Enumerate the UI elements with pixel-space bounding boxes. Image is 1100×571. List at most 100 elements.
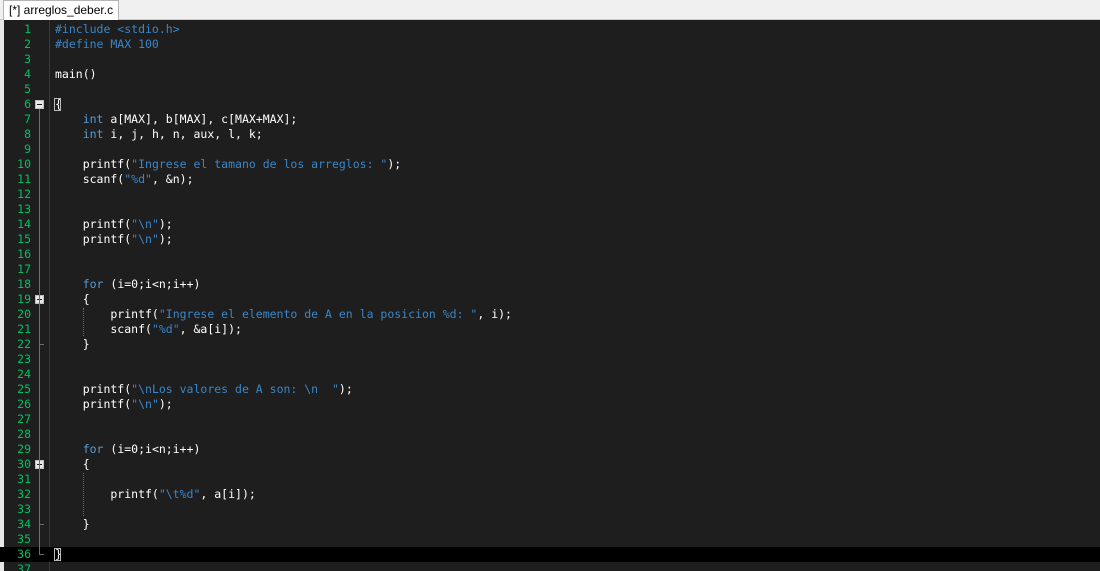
line-number: 28: [17, 427, 31, 441]
line-number: 22: [17, 337, 31, 351]
code-token: );: [158, 397, 173, 411]
code-line[interactable]: 9: [0, 142, 1100, 157]
code-line[interactable]: 30 {: [0, 457, 1100, 472]
code-line[interactable]: 11 scanf("%d", &n);: [0, 172, 1100, 187]
fold-toggle-icon[interactable]: [35, 100, 44, 109]
code-line[interactable]: 14 printf("\n");: [0, 217, 1100, 232]
code-line[interactable]: 31: [0, 472, 1100, 487]
line-number: 7: [24, 112, 31, 126]
preprocessor-token: #define MAX 100: [55, 37, 159, 51]
code-line[interactable]: 7 int a[MAX], b[MAX], c[MAX+MAX];: [0, 112, 1100, 127]
tab-arreglos-deber[interactable]: [*] arreglos_deber.c: [3, 0, 120, 20]
code-line[interactable]: 4 main(): [0, 67, 1100, 82]
code-line[interactable]: 21 scanf("%d", &a[i]);: [0, 322, 1100, 337]
code-line[interactable]: 13: [0, 202, 1100, 217]
code-editor[interactable]: 1 #include <stdio.h> 2 #define MAX 100 3 4 mai…: [0, 20, 1100, 571]
indent-guide: [83, 308, 84, 336]
code-token: printf(: [55, 307, 159, 321]
code-token: printf(: [55, 157, 132, 171]
code-line[interactable]: 18 for (i=0;i<n;i++): [0, 277, 1100, 292]
code-text: printf("\nLos valores de A son: \n ");: [55, 382, 353, 397]
keyword-token: int: [82, 127, 104, 141]
code-text: for (i=0;i<n;i++): [55, 442, 201, 457]
code-text: for (i=0;i<n;i++): [55, 277, 201, 292]
code-line[interactable]: 28: [0, 427, 1100, 442]
code-line[interactable]: 29 for (i=0;i<n;i++): [0, 442, 1100, 457]
code-text: #define MAX 100: [55, 37, 159, 52]
line-number: 9: [24, 142, 31, 156]
line-number: 15: [17, 232, 31, 246]
code-line[interactable]: 35: [0, 532, 1100, 547]
tab-bar: [*] arreglos_deber.c: [0, 0, 1100, 20]
line-number: 18: [17, 277, 31, 291]
code-token: );: [158, 232, 173, 246]
code-text: }: [55, 337, 90, 352]
string-token: "\nLos valores de A son: \n ": [131, 382, 339, 396]
code-line[interactable]: 16: [0, 247, 1100, 262]
code-token: , &a[i]);: [179, 322, 242, 336]
line-number: 24: [17, 367, 31, 381]
code-text: printf("Ingrese el tamano de los arreglo…: [55, 157, 402, 172]
code-line[interactable]: 25 printf("\nLos valores de A son: \n ")…: [0, 382, 1100, 397]
code-token: {: [55, 457, 90, 471]
code-token: printf(: [55, 217, 132, 231]
string-token: "\n": [131, 397, 159, 411]
line-number: 26: [17, 397, 31, 411]
line-number: 27: [17, 412, 31, 426]
code-token: }: [55, 517, 90, 531]
code-line[interactable]: 2 #define MAX 100: [0, 37, 1100, 52]
code-line[interactable]: 33: [0, 502, 1100, 517]
line-number: 20: [17, 307, 31, 321]
code-token: printf(: [55, 397, 132, 411]
line-number: 3: [24, 52, 31, 66]
code-line[interactable]: 6{: [0, 97, 1100, 112]
keyword-token: for: [82, 277, 104, 291]
code-text: printf("\n");: [55, 217, 173, 232]
line-number: 37: [17, 562, 31, 571]
code-line[interactable]: 37: [0, 562, 1100, 571]
code-line[interactable]: 23: [0, 352, 1100, 367]
line-number: 14: [17, 217, 31, 231]
line-number: 34: [17, 517, 31, 531]
code-line[interactable]: 26 printf("\n");: [0, 397, 1100, 412]
code-line[interactable]: 8 int i, j, h, n, aux, l, k;: [0, 127, 1100, 142]
code-line[interactable]: 3: [0, 52, 1100, 67]
code-line[interactable]: 5: [0, 82, 1100, 97]
code-token: );: [387, 157, 402, 171]
line-number: 31: [17, 472, 31, 486]
fold-guide: [39, 304, 40, 345]
line-number: 36: [17, 547, 31, 561]
code-line[interactable]: 12: [0, 187, 1100, 202]
code-line[interactable]: 20 printf("Ingrese el elemento de A en l…: [0, 307, 1100, 322]
code-token: , a[i]);: [200, 487, 256, 501]
code-token: , &n);: [151, 172, 194, 186]
code-line[interactable]: 17: [0, 262, 1100, 277]
line-number: 32: [17, 487, 31, 501]
line-number: 2: [24, 37, 31, 51]
code-line[interactable]: 32 printf("\t%d", a[i]);: [0, 487, 1100, 502]
code-line[interactable]: 27: [0, 412, 1100, 427]
line-number: 23: [17, 352, 31, 366]
code-token: printf(: [55, 487, 159, 501]
code-token: i, j, h, n, aux, l, k;: [103, 127, 263, 141]
code-token: , i);: [477, 307, 512, 321]
code-line[interactable]: 15 printf("\n");: [0, 232, 1100, 247]
code-line[interactable]: 19 {: [0, 292, 1100, 307]
code-line[interactable]: 34 }: [0, 517, 1100, 532]
line-number: 17: [17, 262, 31, 276]
line-number: 4: [24, 67, 31, 81]
code-text: {: [55, 292, 90, 307]
code-line[interactable]: 36}: [0, 547, 1100, 562]
line-number: 25: [17, 382, 31, 396]
code-line[interactable]: 10 printf("Ingrese el tamano de los arre…: [0, 157, 1100, 172]
code-token: main(): [55, 67, 97, 81]
code-token: scanf(: [55, 322, 152, 336]
code-line[interactable]: 24: [0, 367, 1100, 382]
code-line[interactable]: 22 }: [0, 337, 1100, 352]
code-line[interactable]: 1 #include <stdio.h>: [0, 22, 1100, 37]
line-number: 13: [17, 202, 31, 216]
code-token: );: [338, 382, 353, 396]
